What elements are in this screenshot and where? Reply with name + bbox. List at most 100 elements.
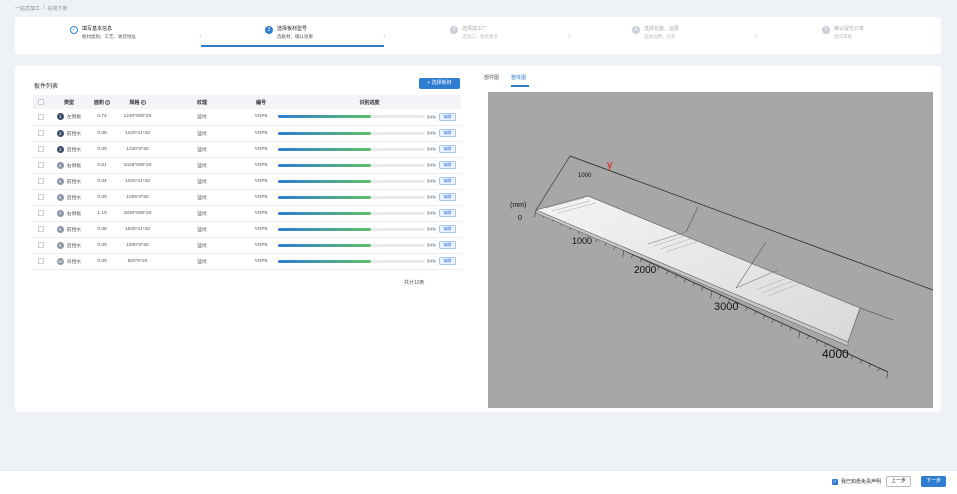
help-icon[interactable]: ? bbox=[105, 99, 110, 105]
row-select-cell[interactable] bbox=[33, 125, 49, 142]
active-step-indicator bbox=[201, 45, 384, 47]
disclaimer-agree[interactable]: ✓ 我已知悉免责声明 bbox=[832, 478, 881, 485]
row-checkbox[interactable] bbox=[38, 225, 44, 232]
total-count: 共计10条 bbox=[404, 280, 425, 286]
table-row[interactable]: 7 右侧板 1.10 1830*600*20 竖纹 VGP6 64% 编辑 bbox=[33, 205, 461, 222]
step-desc: 提交审核 bbox=[834, 34, 852, 39]
row-select-cell[interactable] bbox=[33, 189, 49, 206]
row-checkbox[interactable] bbox=[38, 257, 44, 264]
row-checkbox[interactable] bbox=[38, 177, 44, 184]
ruler-tick bbox=[877, 367, 880, 372]
edit-button[interactable]: 编辑 bbox=[439, 209, 457, 217]
texture-cell: 竖纹 bbox=[160, 253, 244, 270]
type-cell: 3 后挡水 bbox=[49, 141, 89, 158]
ruler-tick bbox=[613, 246, 616, 251]
select-board-button[interactable]: + 选择板材 bbox=[419, 78, 460, 89]
row-index-badge: 4 bbox=[56, 161, 64, 169]
progress-cell: 64% 编辑 bbox=[278, 157, 461, 174]
next-step-button[interactable]: 下一步 bbox=[921, 476, 946, 487]
size-cell: 1240*0*20 bbox=[115, 141, 160, 158]
code-cell: VGP6 bbox=[244, 237, 278, 254]
3d-viewport[interactable]: y 1000 (mm) 0 1000 2000 3000 4000 bbox=[488, 92, 933, 408]
progress-percent: 64% bbox=[427, 226, 437, 232]
edit-button[interactable]: 编辑 bbox=[439, 145, 457, 153]
step-packaging[interactable]: 4 选择包装、运费 选择运费、包装 bbox=[632, 26, 679, 40]
agree-checkbox[interactable]: ✓ bbox=[832, 478, 838, 485]
progress-bar bbox=[278, 227, 424, 231]
step-basic-info[interactable]: ✓ 填写基本信息 板材类别、工艺、收货地址 bbox=[70, 26, 136, 40]
header-select-all[interactable] bbox=[33, 95, 49, 109]
progress-cell: 64% 编辑 bbox=[278, 141, 461, 158]
table-row[interactable]: 8 前挡水 0.08 1830*41*20 竖纹 VGP6 64% 编辑 bbox=[33, 221, 461, 238]
prev-step-button[interactable]: 上一步 bbox=[886, 476, 911, 487]
edit-button[interactable]: 编辑 bbox=[439, 257, 457, 265]
progress-percent: 64% bbox=[427, 114, 437, 120]
table-row[interactable]: 1 左侧板 0.74 1240*600*20 竖纹 VGP6 64% 编辑 bbox=[33, 109, 461, 126]
ruler-tick bbox=[683, 278, 686, 283]
header-type: 类型 bbox=[49, 95, 89, 109]
row-select-cell[interactable] bbox=[33, 205, 49, 222]
progress-bar bbox=[278, 259, 424, 263]
ruler-tick bbox=[771, 319, 774, 323]
ruler-tick bbox=[710, 290, 713, 299]
breadcrumb-item-home[interactable]: 一站式加工 bbox=[15, 5, 40, 12]
select-all-checkbox[interactable] bbox=[38, 98, 44, 105]
texture-cell: 竖纹 bbox=[160, 125, 244, 142]
tick-label-0: 0 bbox=[518, 215, 522, 222]
row-checkbox[interactable] bbox=[38, 129, 44, 136]
tab-overall-view[interactable]: 整体图 bbox=[511, 74, 526, 81]
edit-button[interactable]: 编辑 bbox=[439, 112, 457, 121]
code-cell: VGP6 bbox=[244, 157, 278, 174]
row-select-cell[interactable] bbox=[33, 237, 49, 254]
progress-percent: 64% bbox=[427, 146, 437, 152]
table-row[interactable]: 6 后挡水 0.00 1025*0*20 竖纹 VGP6 64% 编辑 bbox=[33, 189, 461, 206]
unit-label: (mm) bbox=[510, 202, 526, 209]
progress-fill bbox=[278, 147, 372, 151]
edit-button[interactable]: 编辑 bbox=[439, 241, 457, 249]
row-checkbox[interactable] bbox=[38, 161, 44, 168]
countertop-top-face bbox=[535, 195, 861, 343]
step-confirm-order[interactable]: 5 确认提交订单 提交审核 bbox=[822, 26, 864, 40]
edit-button[interactable]: 编辑 bbox=[439, 225, 457, 233]
table-row[interactable]: 10 背挡水 0.00 600*0*20 竖纹 VGP6 64% 编辑 bbox=[33, 253, 461, 270]
ruler-tick bbox=[868, 363, 871, 368]
texture-cell: 竖纹 bbox=[160, 189, 244, 206]
row-select-cell[interactable] bbox=[33, 173, 49, 190]
progress-fill bbox=[278, 131, 372, 135]
code-cell: VGP6 bbox=[244, 205, 278, 222]
tab-part-view[interactable]: 部件图 bbox=[484, 74, 499, 81]
table-row[interactable]: 9 后挡水 0.00 1830*0*20 竖纹 VGP6 64% 编辑 bbox=[33, 237, 461, 254]
row-select-cell[interactable] bbox=[33, 221, 49, 238]
table-row[interactable]: 2 前挡水 0.05 1240*41*20 竖纹 VGP6 64% 编辑 bbox=[33, 125, 461, 142]
edit-button[interactable]: 编辑 bbox=[439, 129, 457, 137]
row-checkbox[interactable] bbox=[38, 209, 44, 216]
3d-model-canvas[interactable]: y 1000 (mm) 0 1000 2000 3000 4000 bbox=[488, 92, 933, 408]
step-select-factory[interactable]: 3 选择加工厂 选加工、收货要求 bbox=[450, 26, 498, 40]
area-cell: 0.04 bbox=[89, 173, 115, 190]
code-cell: VGP6 bbox=[244, 141, 278, 158]
row-select-cell[interactable] bbox=[33, 141, 49, 158]
table-row[interactable]: 5 前挡水 0.04 1025*41*20 竖纹 VGP6 64% 编辑 bbox=[33, 173, 461, 190]
area-cell: 0.00 bbox=[89, 253, 115, 270]
tick-label-2000: 2000 bbox=[634, 265, 657, 276]
breadcrumb-item-current: 在线下单 bbox=[47, 6, 68, 12]
edit-button[interactable]: 编辑 bbox=[439, 193, 457, 201]
step-select-board[interactable]: 2 选择板材型号 选板材、确认效果 bbox=[265, 26, 313, 40]
row-checkbox[interactable] bbox=[38, 145, 44, 152]
row-checkbox[interactable] bbox=[38, 241, 44, 248]
table-row[interactable]: 3 后挡水 0.00 1240*0*20 竖纹 VGP6 64% 编辑 bbox=[33, 141, 461, 158]
row-select-cell[interactable] bbox=[33, 109, 49, 126]
code-cell: VGP6 bbox=[244, 125, 278, 142]
row-select-cell[interactable] bbox=[33, 253, 49, 270]
table-row[interactable]: 4 右侧板 0.61 1025*600*20 竖纹 VGP6 64% 编辑 bbox=[33, 157, 461, 174]
row-checkbox[interactable] bbox=[38, 193, 44, 200]
help-icon[interactable]: ? bbox=[140, 99, 146, 105]
row-checkbox[interactable] bbox=[38, 113, 44, 120]
row-select-cell[interactable] bbox=[33, 157, 49, 174]
step-title: 填写基本信息 bbox=[82, 26, 113, 32]
edit-button[interactable]: 编辑 bbox=[439, 161, 457, 169]
ruler-tick bbox=[657, 266, 660, 271]
edit-button[interactable]: 编辑 bbox=[439, 177, 457, 185]
steps-bar: ✓ 填写基本信息 板材类别、工艺、收货地址 › 2 选择板材型号 选板材、确认效果 … bbox=[15, 17, 941, 54]
tick-label-4000: 4000 bbox=[822, 347, 849, 361]
